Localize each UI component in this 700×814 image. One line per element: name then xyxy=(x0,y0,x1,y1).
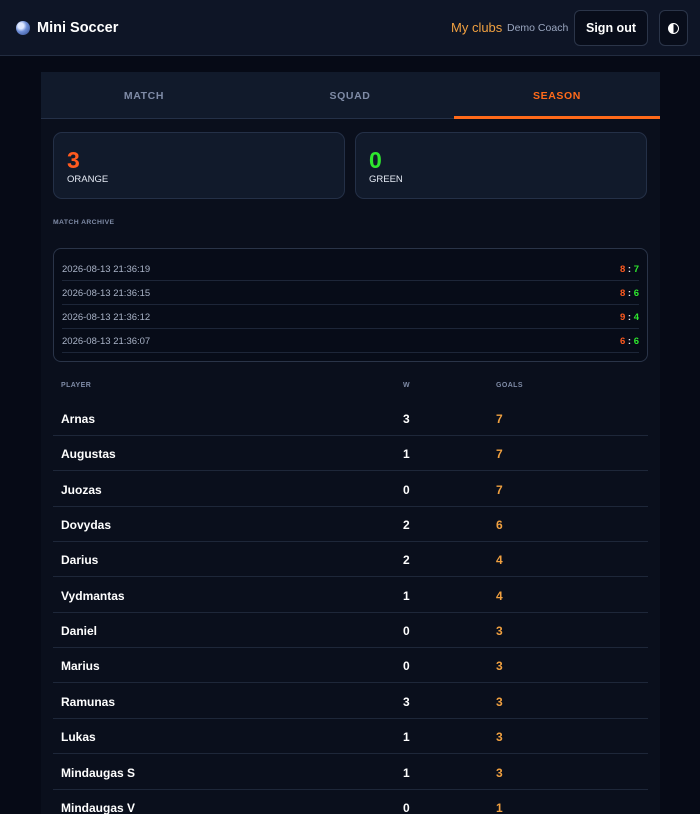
player-name: Mindaugas V xyxy=(61,801,136,814)
match-date: 2026-08-13 21:36:12 xyxy=(62,312,151,323)
theme-toggle-button[interactable] xyxy=(659,10,688,46)
player-wins: 1 xyxy=(403,589,410,603)
match-score: 8 : 7 xyxy=(619,264,639,275)
player-column-header[interactable]: PLAYER xyxy=(61,382,91,389)
player-name: Darius xyxy=(61,553,99,567)
player-row[interactable]: Daniel 0 3 xyxy=(53,613,648,648)
wins-column-header[interactable]: W xyxy=(403,382,410,389)
soccer-ball-icon xyxy=(16,21,30,35)
app-title: Mini Soccer xyxy=(37,20,119,36)
orange-score: 9 xyxy=(619,312,626,323)
player-goals: 3 xyxy=(496,624,503,638)
player-row[interactable]: Marius 0 3 xyxy=(53,648,648,683)
match-score: 8 : 6 xyxy=(619,288,639,299)
archive-row[interactable]: 2026-08-13 21:36:12 9 : 4 xyxy=(62,305,639,329)
player-row[interactable]: Mindaugas S 1 3 xyxy=(53,755,648,790)
top-bar: Mini Soccer My clubs Demo Coach Sign out xyxy=(0,0,700,56)
orange-score: 8 xyxy=(619,264,626,275)
player-name: Juozas xyxy=(61,483,102,497)
player-name: Mindaugas S xyxy=(61,766,136,780)
active-tab-indicator xyxy=(454,116,660,119)
goals-column-header[interactable]: GOALS xyxy=(496,382,523,389)
player-goals: 7 xyxy=(496,483,503,497)
green-score: 4 xyxy=(633,312,639,323)
tab-squad[interactable]: SQUAD xyxy=(247,72,453,119)
tab-bar: MATCH SQUAD SEASON xyxy=(41,72,660,119)
orange-team-card: 3 ORANGE xyxy=(53,132,345,199)
orange-team-label: ORANGE xyxy=(67,174,109,185)
player-wins: 1 xyxy=(403,447,410,461)
tab-match[interactable]: MATCH xyxy=(41,72,247,119)
green-team-label: GREEN xyxy=(369,174,403,185)
player-goals: 4 xyxy=(496,553,503,567)
player-row[interactable]: Mindaugas V 0 1 xyxy=(53,790,648,814)
player-row[interactable]: Arnas 3 7 xyxy=(53,401,648,436)
player-wins: 2 xyxy=(403,518,410,532)
archive-title: MATCH ARCHIVE xyxy=(53,219,115,226)
match-score: 9 : 4 xyxy=(619,312,639,323)
player-goals: 4 xyxy=(496,589,503,603)
match-date: 2026-08-13 21:36:07 xyxy=(62,336,151,347)
green-score: 6 xyxy=(633,336,639,347)
orange-score: 6 xyxy=(619,336,626,347)
player-name: Dovydas xyxy=(61,518,112,532)
sign-out-button[interactable]: Sign out xyxy=(574,10,648,46)
player-wins: 0 xyxy=(403,659,410,673)
player-name: Marius xyxy=(61,659,100,673)
player-wins: 3 xyxy=(403,412,410,426)
player-goals: 3 xyxy=(496,659,503,673)
green-score: 6 xyxy=(633,288,639,299)
orange-wins: 3 xyxy=(67,147,80,173)
player-row[interactable]: Augustas 1 7 xyxy=(53,436,648,471)
match-score: 6 : 6 xyxy=(619,336,639,347)
player-row[interactable]: Dovydas 2 6 xyxy=(53,507,648,542)
player-name: Lukas xyxy=(61,730,96,744)
my-clubs-link[interactable]: My clubs xyxy=(451,20,502,35)
player-goals: 6 xyxy=(496,518,503,532)
player-goals: 3 xyxy=(496,695,503,709)
player-wins: 2 xyxy=(403,553,410,567)
user-name: Demo Coach xyxy=(507,22,569,34)
match-date: 2026-08-13 21:36:19 xyxy=(62,264,151,275)
player-row[interactable]: Darius 2 4 xyxy=(53,542,648,577)
player-name: Vydmantas xyxy=(61,589,125,603)
player-goals: 7 xyxy=(496,412,503,426)
player-row[interactable]: Vydmantas 1 4 xyxy=(53,578,648,613)
player-wins: 3 xyxy=(403,695,410,709)
player-row[interactable]: Lukas 1 3 xyxy=(53,719,648,754)
player-goals: 7 xyxy=(496,447,503,461)
player-wins: 0 xyxy=(403,483,410,497)
player-wins: 0 xyxy=(403,801,410,814)
player-name: Arnas xyxy=(61,412,96,426)
player-name: Augustas xyxy=(61,447,116,461)
tab-season[interactable]: SEASON xyxy=(454,72,660,119)
match-archive: 2026-08-13 21:36:19 8 : 7 2026-08-13 21:… xyxy=(53,248,648,362)
brand[interactable]: Mini Soccer xyxy=(16,18,118,38)
player-name: Ramunas xyxy=(61,695,116,709)
player-wins: 0 xyxy=(403,624,410,638)
orange-score: 8 xyxy=(619,288,626,299)
contrast-toggle-icon xyxy=(668,22,679,34)
archive-row[interactable]: 2026-08-13 21:36:19 8 : 7 xyxy=(62,257,639,281)
green-wins: 0 xyxy=(369,147,382,173)
player-row[interactable]: Ramunas 3 3 xyxy=(53,684,648,719)
player-row[interactable]: Juozas 0 7 xyxy=(53,472,648,507)
green-score: 7 xyxy=(633,264,639,275)
player-name: Daniel xyxy=(61,624,98,638)
player-goals: 3 xyxy=(496,766,503,780)
archive-row[interactable]: 2026-08-13 21:36:07 6 : 6 xyxy=(62,329,639,353)
player-goals: 3 xyxy=(496,730,503,744)
archive-row[interactable]: 2026-08-13 21:36:15 8 : 6 xyxy=(62,281,639,305)
match-date: 2026-08-13 21:36:15 xyxy=(62,288,151,299)
player-wins: 1 xyxy=(403,766,410,780)
green-team-card: 0 GREEN xyxy=(355,132,647,199)
player-wins: 1 xyxy=(403,730,410,744)
player-goals: 1 xyxy=(496,801,503,814)
